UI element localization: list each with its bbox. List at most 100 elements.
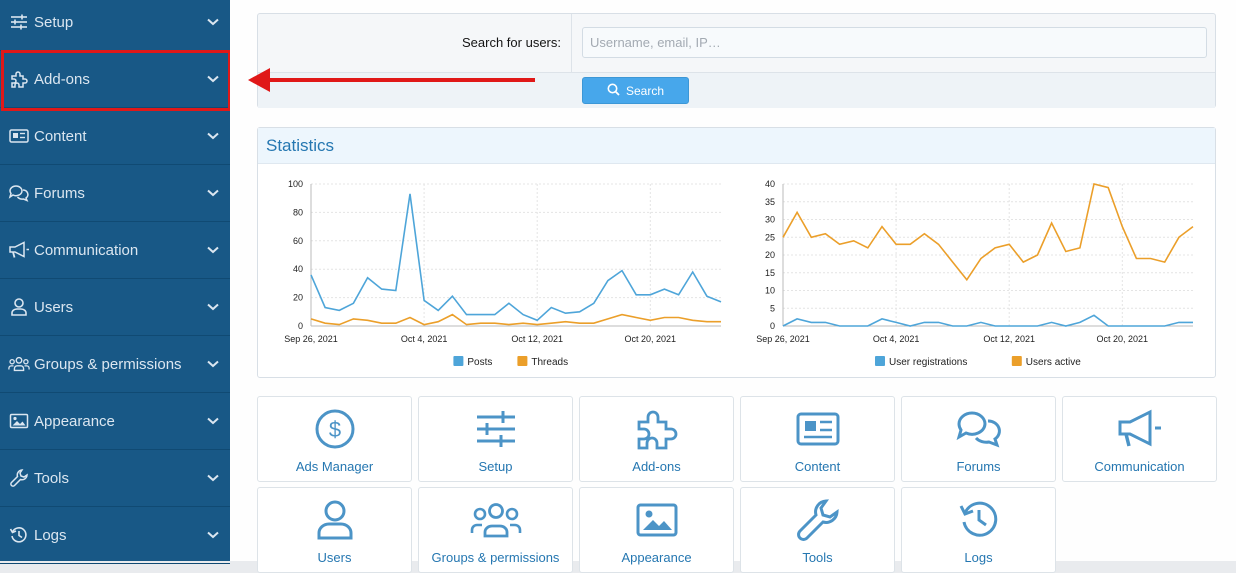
tile-label: Logs bbox=[964, 550, 993, 565]
user-icon bbox=[8, 296, 30, 318]
tile-label: Tools bbox=[802, 550, 833, 565]
y-tick-label: 20 bbox=[293, 293, 303, 303]
user-icon bbox=[258, 498, 411, 542]
y-tick-label: 30 bbox=[765, 215, 775, 225]
tile-label: Groups & permissions bbox=[431, 550, 560, 565]
statistics-panel: Statistics 0 20 40 60 80 100 Sep 26, 2021 Oct 4… bbox=[257, 127, 1216, 378]
legend-label: Posts bbox=[467, 357, 492, 368]
x-tick-label: Oct 20, 2021 bbox=[1097, 334, 1149, 344]
x-tick-label: Oct 4, 2021 bbox=[401, 334, 448, 344]
sidebar-item-communication[interactable]: Communication bbox=[0, 222, 230, 279]
svg-text:$: $ bbox=[328, 417, 340, 442]
y-tick-label: 10 bbox=[765, 286, 775, 296]
sidebar-item-label: Appearance bbox=[34, 412, 115, 430]
legend-swatch bbox=[453, 356, 464, 366]
comments-icon bbox=[8, 182, 30, 204]
sidebar-item-label: Setup bbox=[34, 13, 74, 31]
tile-label: Appearance bbox=[621, 550, 692, 565]
search-button[interactable]: Search bbox=[582, 77, 689, 104]
sidebar-item-appearance[interactable]: Appearance bbox=[0, 393, 230, 450]
legend-label: Threads bbox=[531, 357, 568, 368]
megaphone-icon bbox=[1063, 407, 1216, 451]
tile-users[interactable]: Users bbox=[257, 487, 412, 573]
legend-swatch bbox=[875, 356, 885, 366]
statistics-title: Statistics bbox=[258, 128, 1215, 164]
x-tick-label: Oct 12, 2021 bbox=[983, 334, 1035, 344]
tile-tools[interactable]: Tools bbox=[740, 487, 895, 573]
y-tick-label: 20 bbox=[765, 250, 775, 260]
sidebar-item-add-ons[interactable]: Add-ons bbox=[0, 51, 230, 108]
chevron-down-icon bbox=[206, 72, 220, 86]
tile-label: Setup bbox=[478, 459, 513, 474]
puzzle-icon bbox=[8, 68, 30, 90]
legend-label: User registrations bbox=[889, 357, 967, 368]
series-line-user-registrations bbox=[782, 314, 1193, 327]
series-line-threads bbox=[310, 313, 721, 326]
chevron-down-icon bbox=[206, 129, 220, 143]
x-tick-label: Oct 12, 2021 bbox=[511, 334, 563, 344]
search-input[interactable] bbox=[582, 27, 1207, 58]
users-icon bbox=[419, 498, 572, 542]
tile-logs[interactable]: Logs bbox=[901, 487, 1056, 573]
y-tick-label: 40 bbox=[765, 179, 775, 189]
sidebar-item-label: Groups & permissions bbox=[34, 355, 182, 373]
tile-label: Users bbox=[317, 550, 352, 565]
sidebar-item-label: Forums bbox=[34, 184, 85, 202]
posts-threads-chart: 0 20 40 60 80 100 Sep 26, 2021 Oct 4, 2021 Oct 1… bbox=[284, 179, 722, 368]
users-chart: 0 5 10 15 20 25 30 35 40 Sep 26, 2021 Oct 4, 2021 O… bbox=[756, 179, 1194, 368]
chevron-down-icon bbox=[206, 243, 220, 257]
y-tick-label: 15 bbox=[765, 268, 775, 278]
wrench-icon bbox=[8, 467, 30, 489]
tile-label: Communication bbox=[1094, 459, 1185, 474]
image-icon bbox=[580, 498, 733, 542]
tile-ads-manager[interactable]: $ Ads Manager bbox=[257, 396, 412, 482]
tile-label: Ads Manager bbox=[295, 459, 374, 474]
sidebar-item-label: Content bbox=[34, 127, 87, 145]
sidebar-item-label: Add-ons bbox=[34, 70, 90, 88]
image-icon bbox=[8, 410, 30, 432]
sidebar-item-tools[interactable]: Tools bbox=[0, 450, 230, 507]
users-icon bbox=[8, 353, 30, 375]
sidebar-item-forums[interactable]: Forums bbox=[0, 165, 230, 222]
series-line-users-active bbox=[782, 183, 1194, 282]
sliders-icon bbox=[419, 407, 572, 451]
legend-label: Users active bbox=[1026, 357, 1081, 368]
history-icon bbox=[902, 498, 1055, 542]
x-tick-label: Oct 20, 2021 bbox=[625, 334, 677, 344]
sidebar-item-logs[interactable]: Logs bbox=[0, 507, 230, 564]
tile-label: Forums bbox=[956, 459, 1001, 474]
sidebar-item-users[interactable]: Users bbox=[0, 279, 230, 336]
y-tick-label: 0 bbox=[298, 321, 303, 331]
tile-label: Content bbox=[794, 459, 841, 474]
tile-communication[interactable]: Communication bbox=[1062, 396, 1217, 482]
search-button-label: Search bbox=[625, 83, 665, 98]
y-tick-label: 60 bbox=[293, 236, 303, 246]
chevron-down-icon bbox=[206, 357, 220, 371]
megaphone-icon bbox=[8, 239, 30, 261]
annotation-arrow bbox=[248, 68, 535, 92]
y-tick-label: 35 bbox=[765, 197, 775, 207]
sidebar-item-label: Users bbox=[34, 298, 74, 316]
tile-forums[interactable]: Forums bbox=[901, 396, 1056, 482]
comments-icon bbox=[902, 407, 1055, 451]
tile-appearance[interactable]: Appearance bbox=[579, 487, 734, 573]
sidebar-item-groups-permissions[interactable]: Groups & permissions bbox=[0, 336, 230, 393]
tile-content[interactable]: Content bbox=[740, 396, 895, 482]
x-tick-label: Oct 4, 2021 bbox=[873, 334, 920, 344]
legend-swatch bbox=[1011, 356, 1022, 366]
tile-groups-permissions[interactable]: Groups & permissions bbox=[418, 487, 573, 573]
chevron-down-icon bbox=[206, 471, 220, 485]
tile-setup[interactable]: Setup bbox=[418, 396, 573, 482]
sidebar-item-setup[interactable]: Setup bbox=[0, 0, 230, 51]
chevron-down-icon bbox=[206, 528, 220, 542]
sidebar-item-label: Logs bbox=[34, 526, 67, 544]
wrench-icon bbox=[741, 498, 894, 542]
sidebar-item-content[interactable]: Content bbox=[0, 108, 230, 165]
y-tick-label: 0 bbox=[770, 321, 775, 331]
newspaper-icon bbox=[8, 125, 30, 147]
tile-add-ons[interactable]: Add-ons bbox=[579, 396, 734, 482]
tile-label: Add-ons bbox=[632, 459, 681, 474]
newspaper-icon bbox=[741, 407, 894, 451]
y-tick-label: 40 bbox=[293, 264, 303, 274]
dollar-circle-icon: $ bbox=[258, 407, 411, 451]
